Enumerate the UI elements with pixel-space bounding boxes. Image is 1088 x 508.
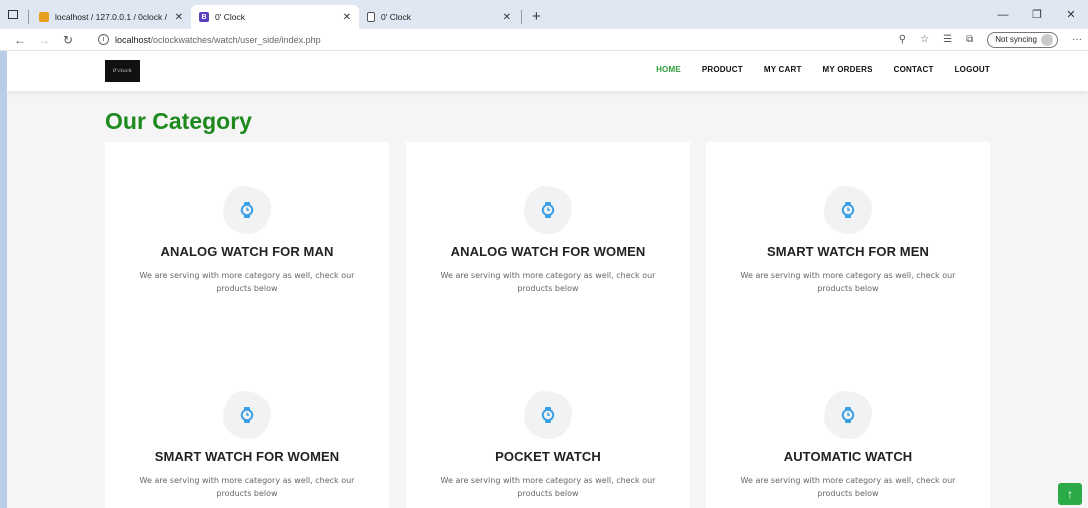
nav-contact[interactable]: CONTACT <box>894 65 934 74</box>
address-bar-url[interactable]: localhost/oclockwatches/watch/user_side/… <box>115 35 321 45</box>
category-card[interactable]: SMART WATCH FOR WOMEN We are serving wit… <box>105 367 389 508</box>
category-card[interactable]: SMART WATCH FOR MEN We are serving with … <box>706 142 990 367</box>
page-viewport: 0'clock HOME PRODUCT MY CART MY ORDERS C… <box>7 51 1088 508</box>
main-nav: HOME PRODUCT MY CART MY ORDERS CONTACT L… <box>656 65 990 74</box>
watch-icon <box>824 186 872 234</box>
category-title: ANALOG WATCH FOR MAN <box>160 244 334 259</box>
favorite-star-icon[interactable]: ☆ <box>920 34 929 45</box>
url-path: /oclockwatches/watch/user_side/index.php <box>150 34 321 45</box>
tab-separator <box>28 10 29 24</box>
category-description: We are serving with more category as wel… <box>139 271 355 293</box>
back-to-top-button[interactable]: ↑ <box>1058 483 1082 505</box>
tab-title: 0' Clock <box>381 12 411 22</box>
close-tab-icon[interactable]: ✕ <box>503 12 511 23</box>
profile-sync-button[interactable]: Not syncing <box>987 31 1058 48</box>
category-description: We are serving with more category as wel… <box>440 271 656 293</box>
close-tab-icon[interactable]: ✕ <box>343 12 351 23</box>
window-controls: — ❐ ✕ <box>986 0 1088 29</box>
restore-icon[interactable]: ❐ <box>1020 0 1054 29</box>
category-title: AUTOMATIC WATCH <box>783 449 913 464</box>
page-favicon-icon <box>367 12 375 22</box>
category-description: We are serving with more category as wel… <box>440 476 656 498</box>
bootstrap-favicon-icon: B <box>199 12 209 22</box>
tab-separator <box>521 10 522 24</box>
site-info-icon[interactable]: i <box>98 34 109 45</box>
site-header: 0'clock HOME PRODUCT MY CART MY ORDERS C… <box>7 51 1088 91</box>
category-card[interactable]: AUTOMATIC WATCH We are serving with more… <box>706 367 990 508</box>
browser-tab-phpmyadmin[interactable]: localhost / 127.0.0.1 / 0clock / fc ✕ <box>31 5 191 29</box>
url-host: localhost <box>115 34 151 45</box>
category-card[interactable]: ANALOG WATCH FOR WOMEN We are serving wi… <box>406 142 690 367</box>
category-description: We are serving with more category as wel… <box>740 476 956 498</box>
browser-tab-strip: localhost / 127.0.0.1 / 0clock / fc ✕ B … <box>0 0 1088 29</box>
new-tab-plus-icon[interactable]: + <box>524 8 549 29</box>
nav-product[interactable]: PRODUCT <box>702 65 743 74</box>
category-card[interactable]: POCKET WATCH We are serving with more ca… <box>406 367 690 508</box>
browser-tab-oclock-active[interactable]: B 0' Clock ✕ <box>191 5 359 29</box>
category-card[interactable]: ANALOG WATCH FOR MAN We are serving with… <box>105 142 389 367</box>
site-logo[interactable]: 0'clock <box>105 60 140 82</box>
watch-icon <box>524 391 572 439</box>
watch-icon <box>223 186 271 234</box>
forward-arrow-icon[interactable]: → <box>32 33 56 47</box>
nav-home[interactable]: HOME <box>656 65 681 74</box>
close-tab-icon[interactable]: ✕ <box>175 12 183 23</box>
browser-toolbar: ← → ↻ i localhost/oclockwatches/watch/us… <box>0 29 1088 51</box>
tab-actions-icon <box>8 10 18 19</box>
search-key-icon[interactable]: ⚲ <box>899 34 906 45</box>
browser-tab-oclock[interactable]: 0' Clock ✕ <box>359 5 519 29</box>
watch-icon <box>223 391 271 439</box>
collections-icon[interactable]: ⧉ <box>966 34 973 45</box>
tab-title: 0' Clock <box>215 12 245 22</box>
tab-title: localhost / 127.0.0.1 / 0clock / fc <box>55 12 169 22</box>
nav-my-orders[interactable]: MY ORDERS <box>823 65 873 74</box>
close-window-icon[interactable]: ✕ <box>1054 0 1088 29</box>
section-title: Our Category <box>105 108 252 134</box>
watch-icon <box>824 391 872 439</box>
back-arrow-icon[interactable]: ← <box>8 33 32 47</box>
category-title: SMART WATCH FOR WOMEN <box>154 449 340 464</box>
category-description: We are serving with more category as wel… <box>139 476 355 498</box>
arrow-up-icon: ↑ <box>1067 487 1073 501</box>
category-title: SMART WATCH FOR MEN <box>767 244 929 259</box>
category-title: ANALOG WATCH FOR WOMEN <box>450 244 646 259</box>
nav-my-cart[interactable]: MY CART <box>764 65 802 74</box>
sync-label: Not syncing <box>995 35 1037 44</box>
profile-avatar-icon <box>1041 33 1053 46</box>
minimize-icon[interactable]: — <box>986 0 1020 29</box>
more-options-icon[interactable]: ··· <box>1072 34 1082 45</box>
toolbar-actions: ⚲ ☆ ☰ ⧉ Not syncing ··· <box>899 31 1088 48</box>
category-title: POCKET WATCH <box>495 449 601 464</box>
refresh-icon[interactable]: ↻ <box>56 33 80 47</box>
phpmyadmin-favicon-icon <box>39 12 49 22</box>
nav-logout[interactable]: LOGOUT <box>955 65 990 74</box>
tab-actions-button[interactable] <box>0 0 26 29</box>
favorites-list-icon[interactable]: ☰ <box>943 34 952 45</box>
category-description: We are serving with more category as wel… <box>740 271 956 293</box>
watch-icon <box>524 186 572 234</box>
